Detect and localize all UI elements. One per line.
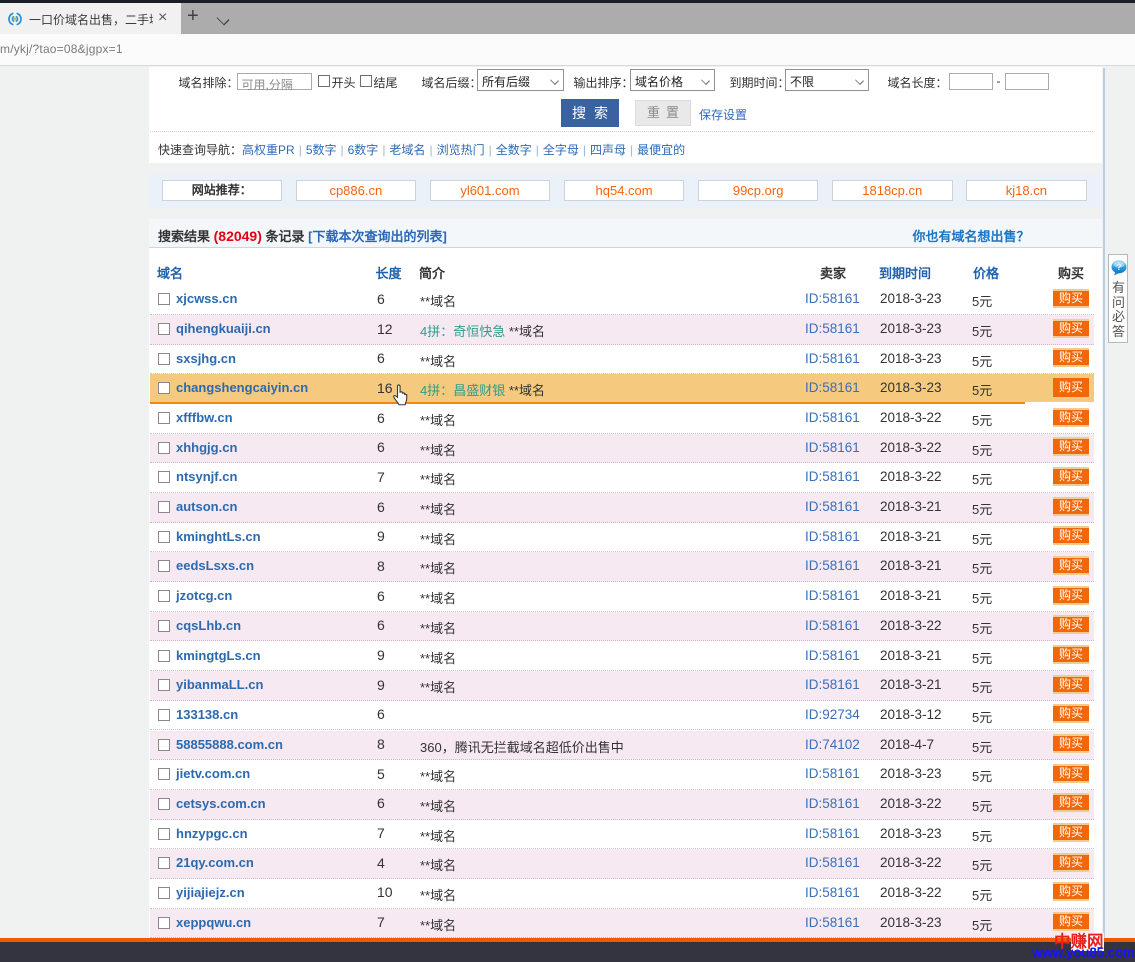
svg-text:?: ? [1116,262,1122,272]
